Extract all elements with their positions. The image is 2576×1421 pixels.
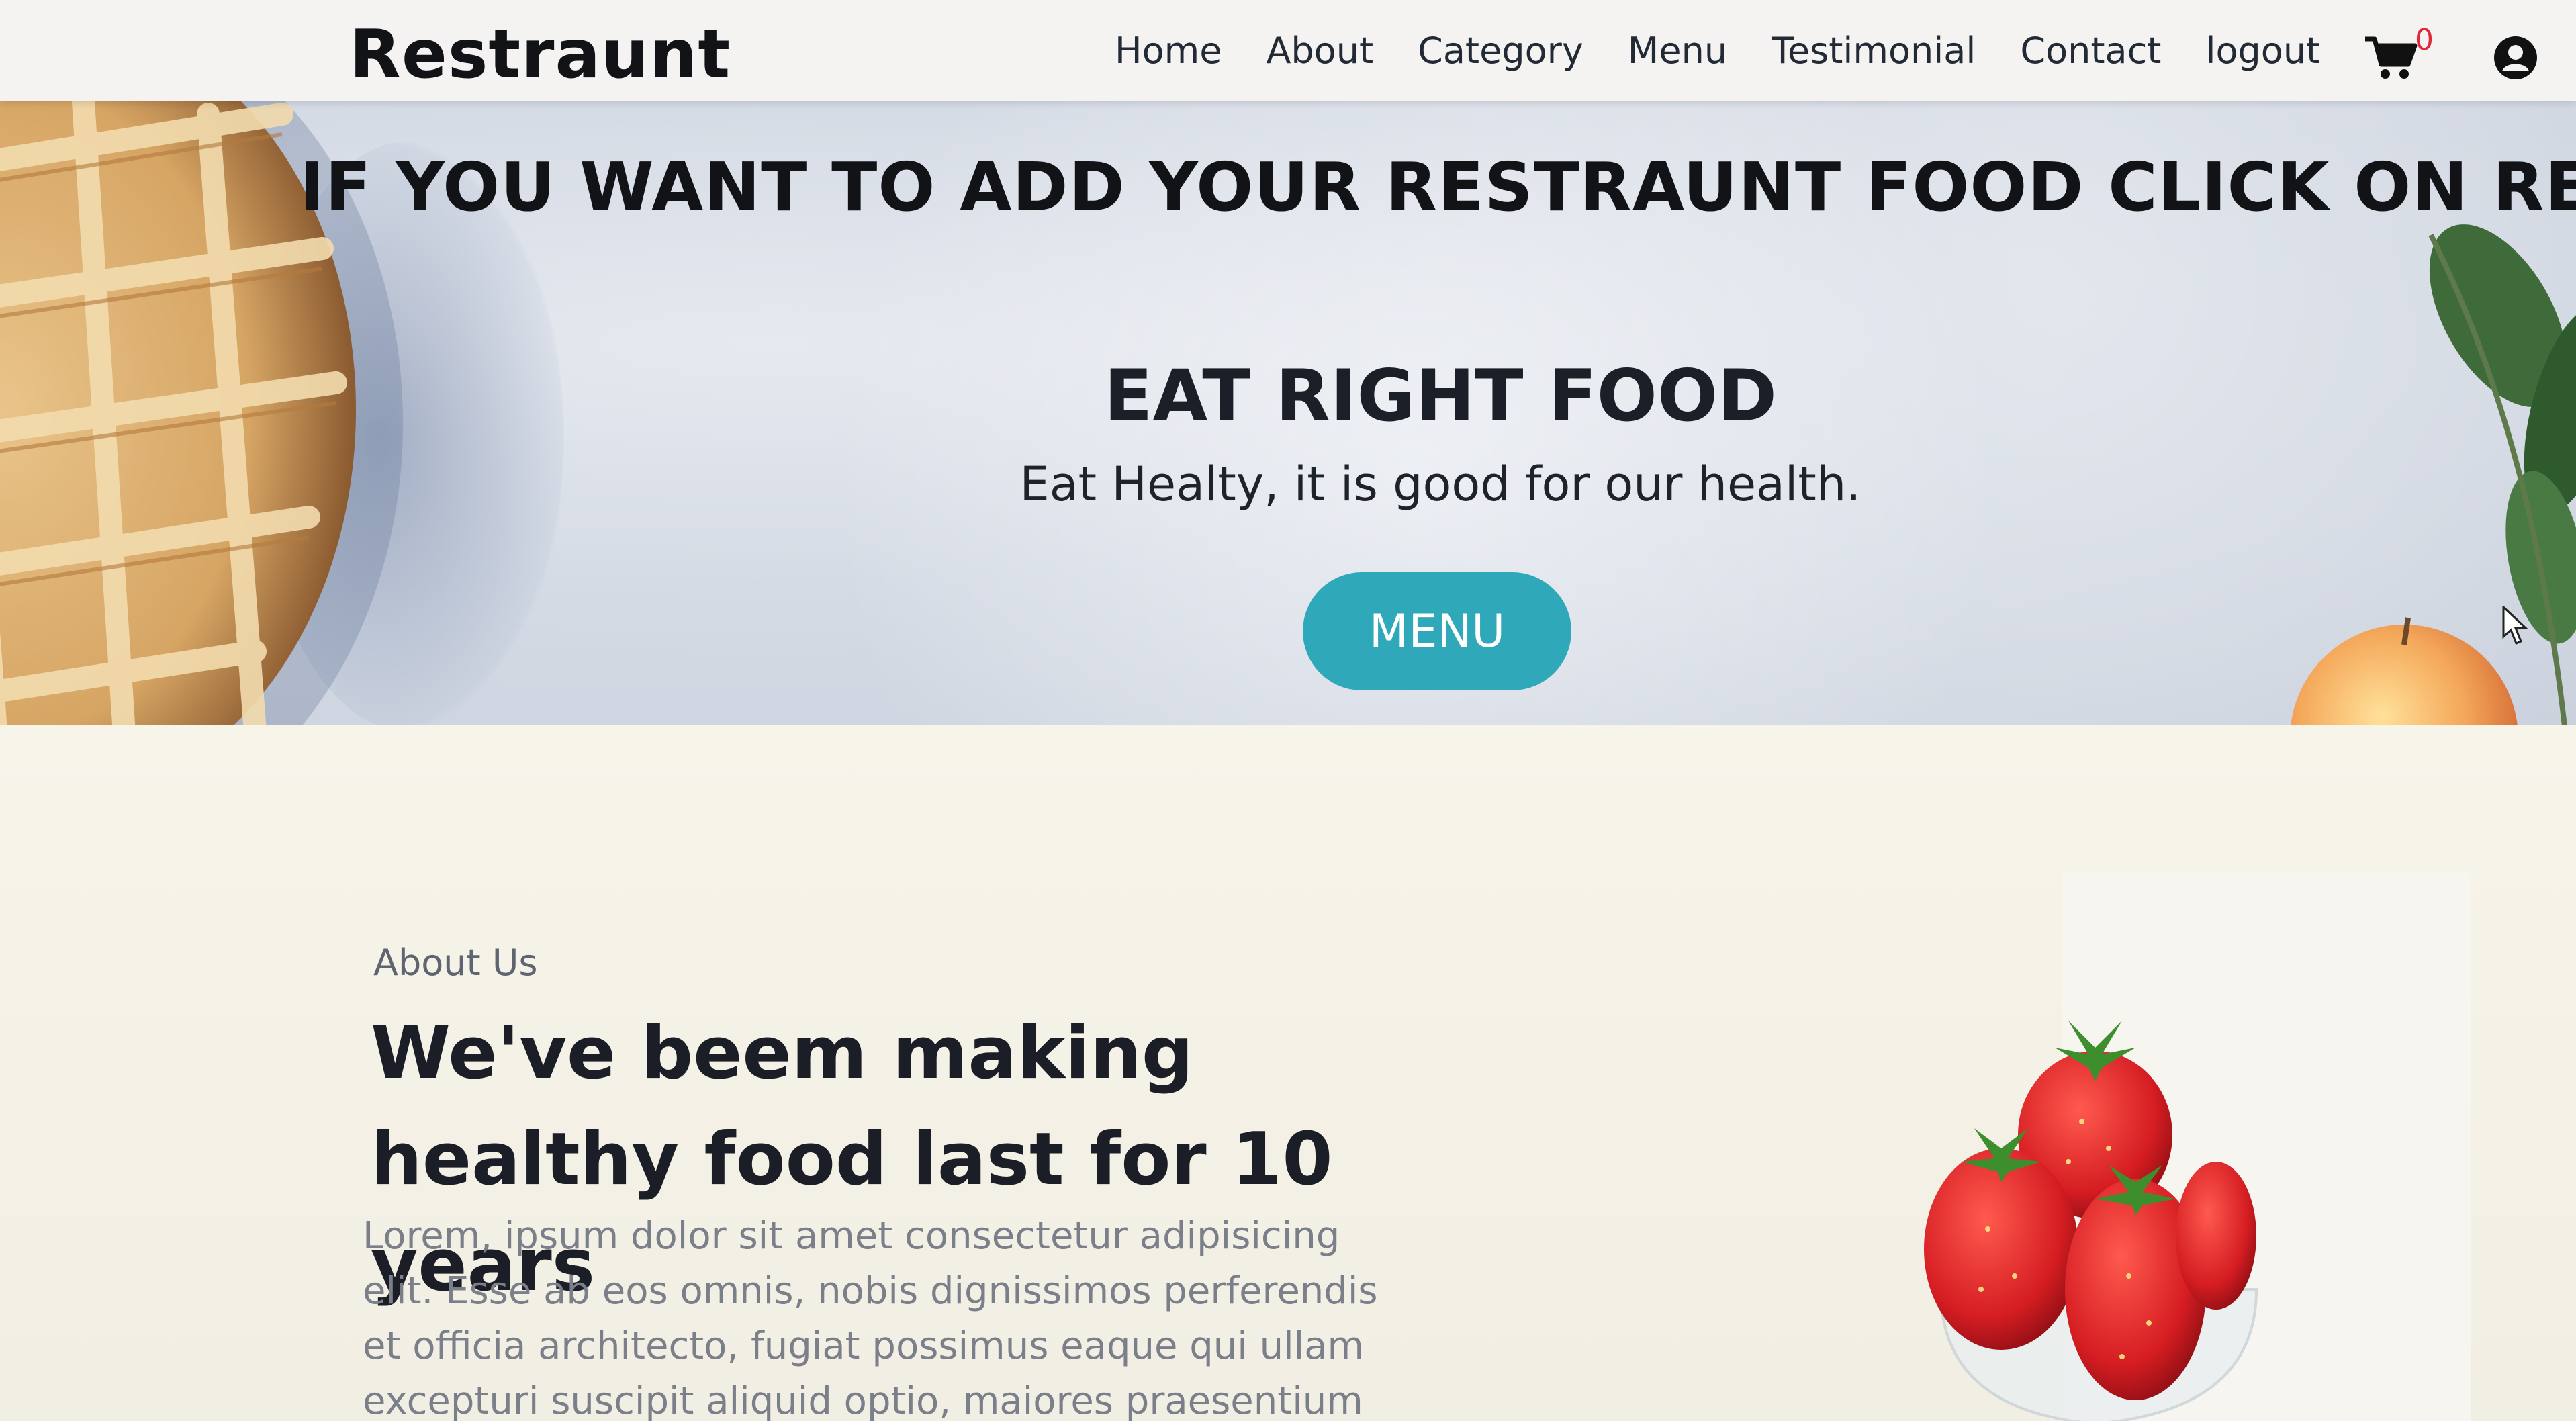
cart-count-badge: 0 <box>2415 23 2434 57</box>
about-section: About Us We've beem making healthy food … <box>0 725 2576 1421</box>
nav-menu[interactable]: Menu <box>1628 30 1727 72</box>
register-banner: IF YOU WANT TO ADD YOUR RESTRAUNT FOOD C… <box>300 148 2576 226</box>
cursor-icon <box>2502 606 2528 645</box>
nav-contact[interactable]: Contact <box>2020 30 2161 72</box>
about-label: About Us <box>373 942 538 984</box>
menu-button[interactable]: MENU <box>1303 572 1571 690</box>
cart-icon[interactable] <box>2364 35 2418 82</box>
hero-section: IF YOU WANT TO ADD YOUR RESTRAUNT FOOD C… <box>0 87 2576 725</box>
nav-home[interactable]: Home <box>1115 30 1222 72</box>
apple-image <box>2291 617 2518 725</box>
hero-subtitle: Eat Healty, it is good for our health. <box>1019 457 1861 512</box>
user-icon[interactable] <box>2493 35 2538 81</box>
hero-title: EAT RIGHT FOOD <box>1103 355 1778 437</box>
nav-links: Home About Category Menu Testimonial Con… <box>1115 30 2364 72</box>
about-heading-line1: We've beem making <box>371 1011 1194 1095</box>
nav-testimonial[interactable]: Testimonial <box>1772 30 1976 72</box>
navbar: Restraunt Home About Category Menu Testi… <box>0 0 2576 101</box>
brand-logo[interactable]: Restraunt <box>349 15 731 93</box>
nav-category[interactable]: Category <box>1418 30 1583 72</box>
about-description: Lorem, ipsum dolor sit amet consectetur … <box>363 1214 1378 1421</box>
strawberries-image <box>1924 1021 2258 1421</box>
nav-about[interactable]: About <box>1266 30 1373 72</box>
nav-logout[interactable]: logout <box>2205 30 2320 72</box>
